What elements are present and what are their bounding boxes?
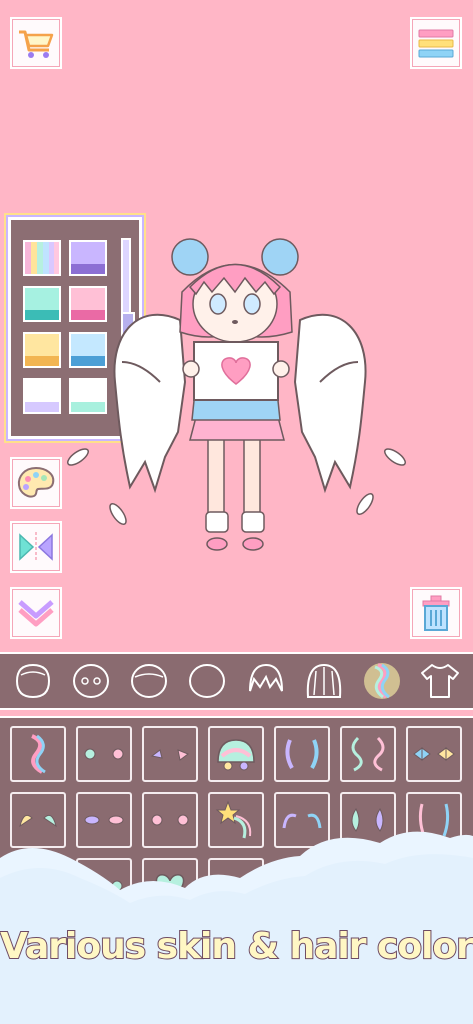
hair-accessory-icon [363, 663, 400, 699]
item-hair-accessory-1[interactable] [10, 726, 66, 782]
flower-pair-icon [84, 748, 124, 760]
item-hair-accessory-5[interactable] [274, 726, 330, 782]
item-hair-accessory-6[interactable] [340, 726, 396, 782]
color-swatch-rainbow[interactable] [23, 240, 61, 276]
item-hair-accessory-2[interactable] [76, 726, 132, 782]
rainbow-swatch-icon [25, 242, 59, 274]
face-plain-icon [189, 664, 226, 698]
item-hair-accessory-4[interactable] [208, 726, 264, 782]
menu-lines-icon [418, 29, 454, 58]
hair-back-icon [306, 663, 341, 698]
flip-button[interactable] [10, 521, 62, 573]
flip-icon [19, 532, 53, 562]
trash-button[interactable] [410, 587, 462, 639]
menu-button[interactable] [410, 17, 462, 69]
promo-caption: Various skin & hair color [0, 925, 473, 968]
trash-icon [422, 595, 450, 631]
palette-icon [17, 466, 55, 498]
face-round-icon [131, 664, 168, 698]
eye-right [243, 293, 261, 315]
feather-pair-icon [285, 739, 319, 769]
shell-icon [217, 739, 255, 771]
color-swatch-mint[interactable] [23, 286, 61, 322]
tab-face-shape-3[interactable] [123, 655, 175, 707]
tab-face-shape-4[interactable] [181, 655, 233, 707]
bow-pair-icon [413, 747, 455, 761]
palette-button[interactable] [10, 457, 62, 509]
color-swatch-yellow[interactable] [23, 332, 61, 368]
chevron-down-double-icon [18, 600, 54, 627]
hair-bun-left [171, 238, 209, 276]
color-swatch-lavender-white[interactable] [23, 378, 61, 414]
tab-face-shape-1[interactable] [7, 655, 59, 707]
legs [205, 436, 265, 551]
tab-hair-front[interactable] [240, 655, 292, 707]
curl-pair-icon [351, 736, 385, 772]
item-hair-accessory-7[interactable] [406, 726, 462, 782]
character-preview[interactable] [60, 232, 420, 562]
face-eyes-icon [73, 664, 110, 698]
pin-pair-icon [150, 749, 190, 761]
hair-front-icon [248, 663, 283, 692]
category-tab-bar [0, 652, 473, 710]
item-hair-accessory-3[interactable] [142, 726, 198, 782]
ribbon-icon [31, 734, 46, 774]
tab-face-shape-2[interactable] [65, 655, 117, 707]
shirt-icon [420, 664, 459, 698]
shop-button[interactable] [10, 17, 62, 69]
face-shape-icon [16, 663, 51, 699]
tab-clothes[interactable] [414, 655, 466, 707]
cloud-banner [0, 831, 473, 1024]
tab-hair-accessory[interactable] [356, 655, 408, 707]
tab-hair-back[interactable] [298, 655, 350, 707]
collapse-button[interactable] [10, 587, 62, 639]
shopping-cart-icon [19, 30, 54, 58]
eye-left [209, 293, 227, 315]
hair-bun-right [261, 238, 299, 276]
